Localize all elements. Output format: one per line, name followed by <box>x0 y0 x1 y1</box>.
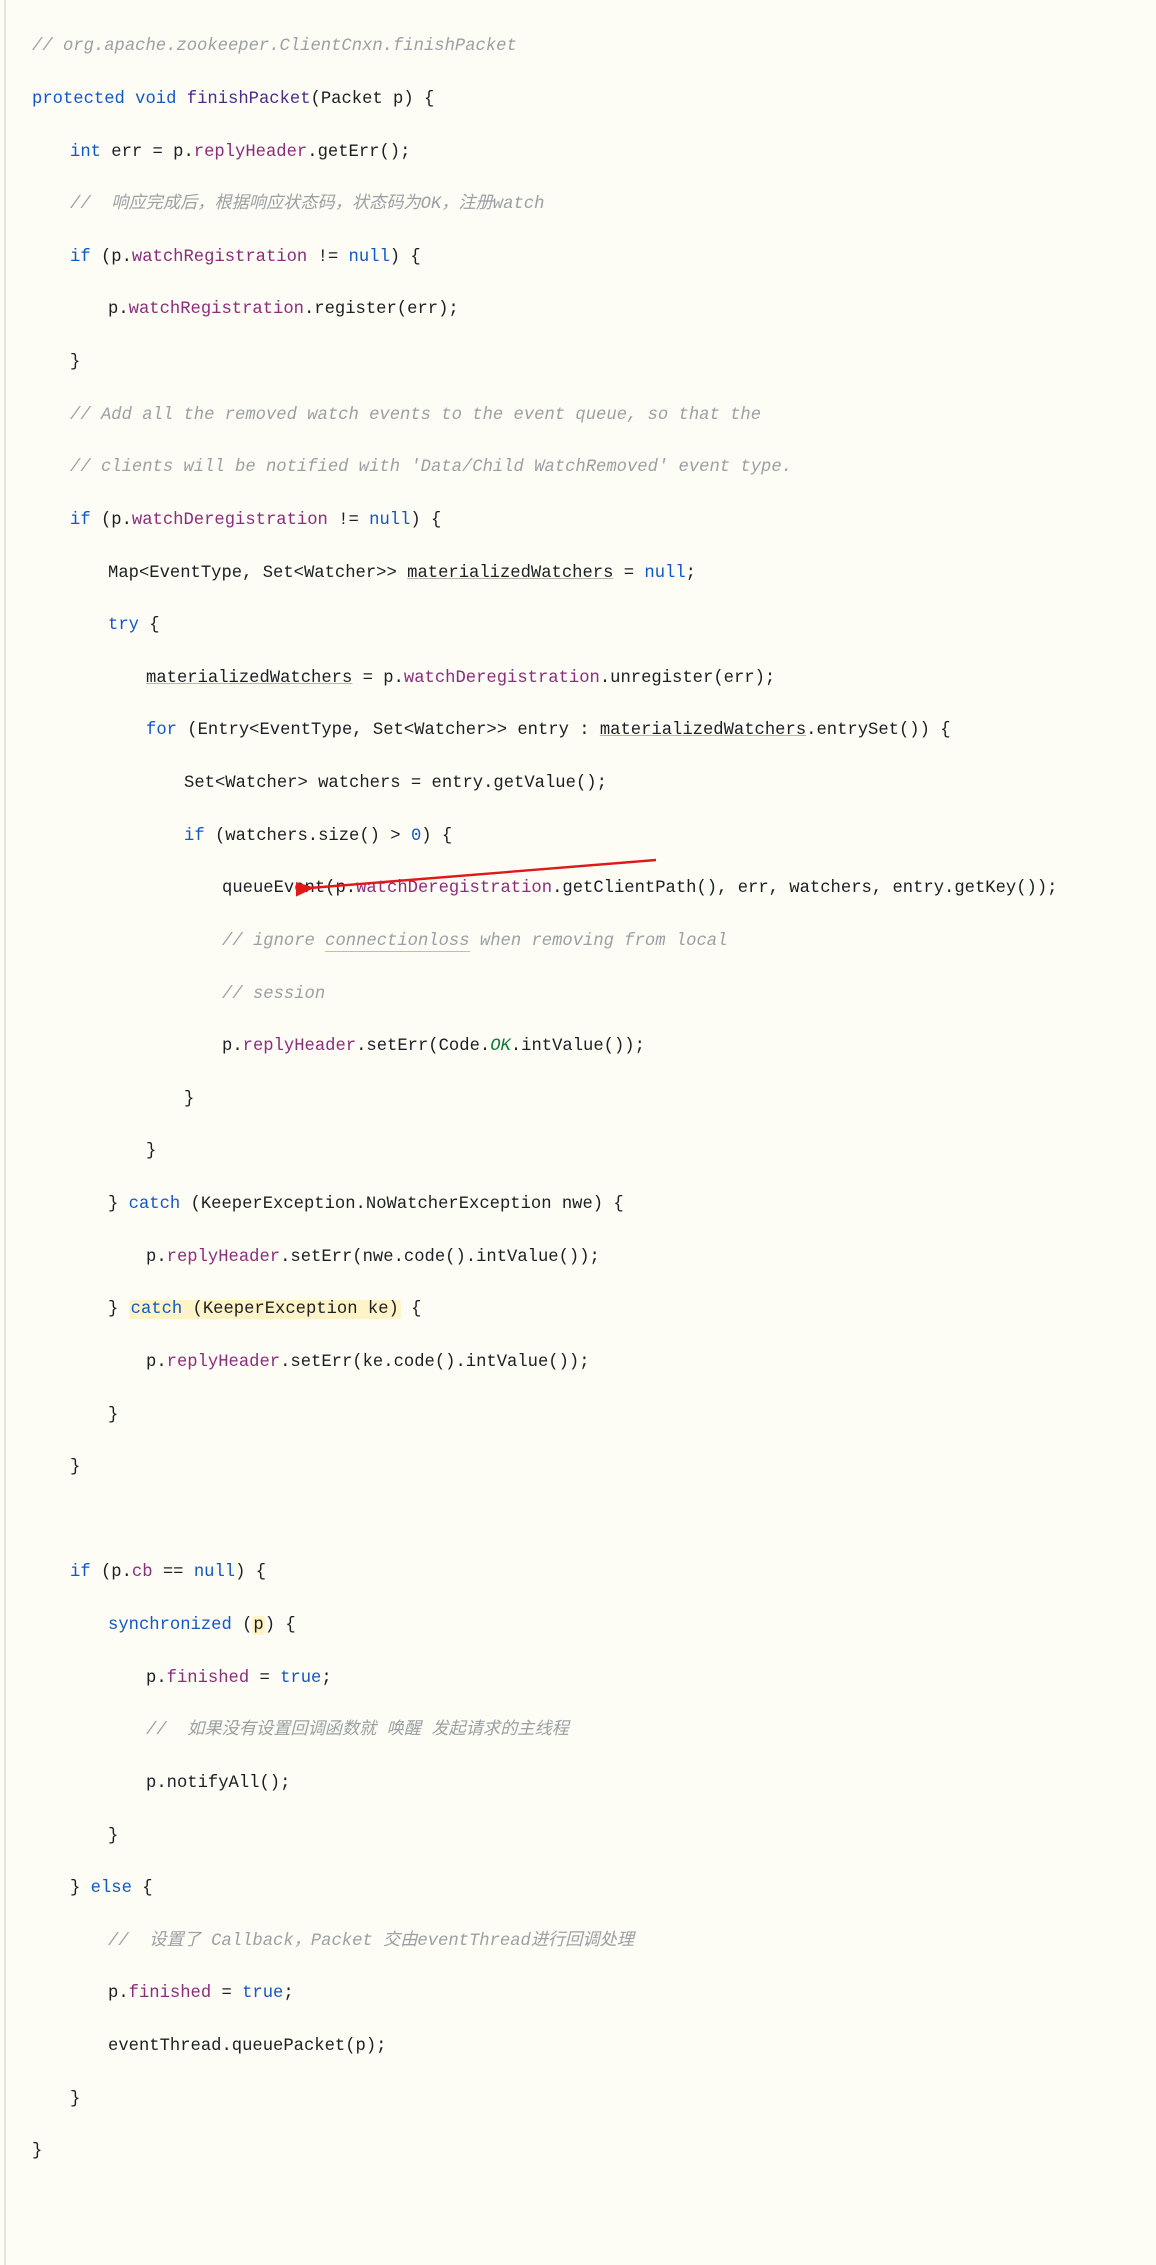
comment: // org.apache.zookeeper.ClientCnxn.finis… <box>32 37 517 56</box>
field-replyHeader: replyHeader <box>167 1248 280 1267</box>
var-materializedWatchers: materializedWatchers <box>146 669 352 688</box>
keyword-if: if <box>70 511 91 530</box>
keyword-try: try <box>108 616 139 635</box>
params: (Packet p) { <box>311 90 435 109</box>
field-watchDeregistration: watchDeregistration <box>132 511 328 530</box>
keyword-else: else <box>91 1879 132 1898</box>
notify-all-line: p.notifyAll(); <box>8 1771 1154 1797</box>
keyword-synchronized: synchronized <box>108 1616 232 1635</box>
field-finished: finished <box>167 1669 250 1688</box>
var-materializedWatchers: materializedWatchers <box>407 564 613 583</box>
field-replyHeader: replyHeader <box>243 1037 356 1056</box>
keyword-protected: protected <box>32 90 125 109</box>
field-replyHeader: replyHeader <box>194 143 307 162</box>
field-watchDeregistration: watchDeregistration <box>404 669 600 688</box>
comment: // session <box>222 985 325 1004</box>
comment: // clients will be notified with 'Data/C… <box>70 458 792 477</box>
keyword-for: for <box>146 721 177 740</box>
code-block: // org.apache.zookeeper.ClientCnxn.finis… <box>4 0 1156 2265</box>
highlight-catch: catch (KeeperException ke) <box>129 1300 401 1319</box>
keyword-if: if <box>70 248 91 267</box>
comment-cn: // 如果没有设置回调函数就 唤醒 发起请求的主线程 <box>146 1721 569 1740</box>
keyword-catch: catch <box>129 1195 181 1214</box>
comment: // Add all the removed watch events to t… <box>70 406 761 425</box>
keyword-int: int <box>70 143 101 162</box>
field-replyHeader: replyHeader <box>167 1353 280 1372</box>
keyword-if: if <box>70 1563 91 1582</box>
comment-cn: // 响应完成后，根据响应状态码，状态码为OK，注册watch <box>70 195 544 214</box>
field-finished: finished <box>129 1984 212 2003</box>
field-cb: cb <box>132 1563 153 1582</box>
comment: // ignore connectionloss when removing f… <box>222 932 727 952</box>
highlight-p: p <box>252 1616 264 1635</box>
comment-cn: // 设置了 Callback，Packet 交由eventThread进行回调… <box>108 1932 634 1951</box>
keyword-if: if <box>184 827 205 846</box>
field-watchDeregistration: watchDeregistration <box>356 879 552 898</box>
field-watchRegistration: watchRegistration <box>132 248 307 267</box>
enum-ok: OK <box>490 1037 511 1056</box>
var-materializedWatchers: materializedWatchers <box>600 721 806 740</box>
keyword-void: void <box>135 90 176 109</box>
method-name: finishPacket <box>187 90 311 109</box>
field-watchRegistration: watchRegistration <box>129 300 304 319</box>
